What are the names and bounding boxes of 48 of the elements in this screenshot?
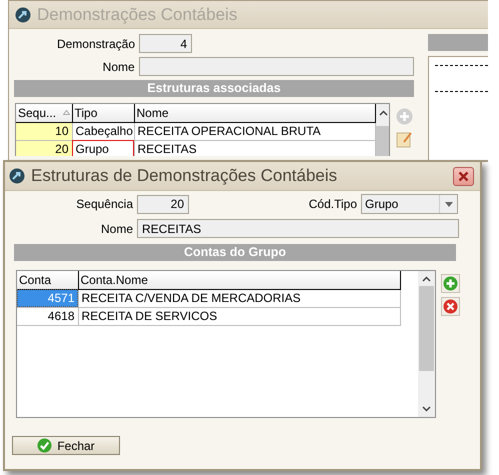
add-icon	[443, 276, 458, 291]
table-cell: RECEITA DE SERVICOS	[78, 307, 400, 325]
delete-icon	[443, 299, 458, 314]
scrollbar[interactable]	[418, 271, 435, 417]
type-dropdown[interactable]: Grupo	[361, 194, 458, 214]
number-field[interactable]: 20	[137, 194, 189, 214]
app-logo-icon	[9, 168, 25, 184]
scroll-down-icon[interactable]	[422, 406, 431, 412]
column-header[interactable]: Tipo	[72, 104, 134, 122]
table-cell: RECEITA OPERACIONAL BRUTA	[134, 122, 375, 140]
name-field[interactable]	[138, 57, 414, 76]
field-label: Nome	[102, 60, 135, 74]
scrollbar[interactable]	[376, 104, 389, 156]
section-header: Contas do Grupo	[14, 244, 456, 261]
window-title: Estruturas de Demonstrações Contábeis	[31, 166, 338, 186]
sort-icon	[62, 110, 70, 116]
column-header[interactable]: Conta.Nome	[78, 271, 400, 289]
name-field[interactable]: RECEITAS	[137, 219, 459, 238]
column-header[interactable]: Nome	[134, 104, 375, 122]
close-dialog-button[interactable]: Fechar	[12, 436, 120, 455]
field-label: Sequência	[75, 197, 133, 211]
table-cell: Cabeçalho	[72, 122, 134, 140]
table-cell: 4571	[17, 289, 78, 307]
close-icon	[458, 170, 469, 182]
window-title: Demonstrações Contábeis	[37, 4, 238, 24]
close-button[interactable]	[453, 166, 474, 186]
table-cell: RECEITA C/VENDA DE MERCADORIAS	[78, 289, 400, 307]
table-cell: RECEITAS	[134, 140, 375, 156]
delete-button[interactable]	[441, 297, 460, 316]
table-cell: 10	[16, 122, 72, 140]
field-label: Cód.Tipo	[308, 197, 357, 211]
checkmark-icon	[37, 438, 52, 453]
section-header: Estruturas associadas	[14, 80, 414, 97]
table-cell: Grupo	[72, 140, 134, 156]
add-button[interactable]	[441, 274, 460, 293]
dropdown-arrow-icon	[444, 202, 452, 206]
field-label: Demonstração	[56, 36, 135, 50]
column-label: Sequ...	[18, 106, 56, 120]
column-header[interactable]: Conta	[17, 271, 78, 289]
edit-icon[interactable]	[395, 130, 414, 149]
table-cell: 20	[16, 140, 72, 156]
scroll-up-icon[interactable]	[378, 110, 388, 116]
scroll-up-icon[interactable]	[422, 276, 431, 282]
table-cell: 4618	[17, 307, 78, 325]
header-bar	[428, 34, 488, 51]
field-label: Nome	[100, 222, 133, 236]
app-logo-icon	[15, 6, 31, 22]
number-field[interactable]: 4	[139, 34, 192, 53]
